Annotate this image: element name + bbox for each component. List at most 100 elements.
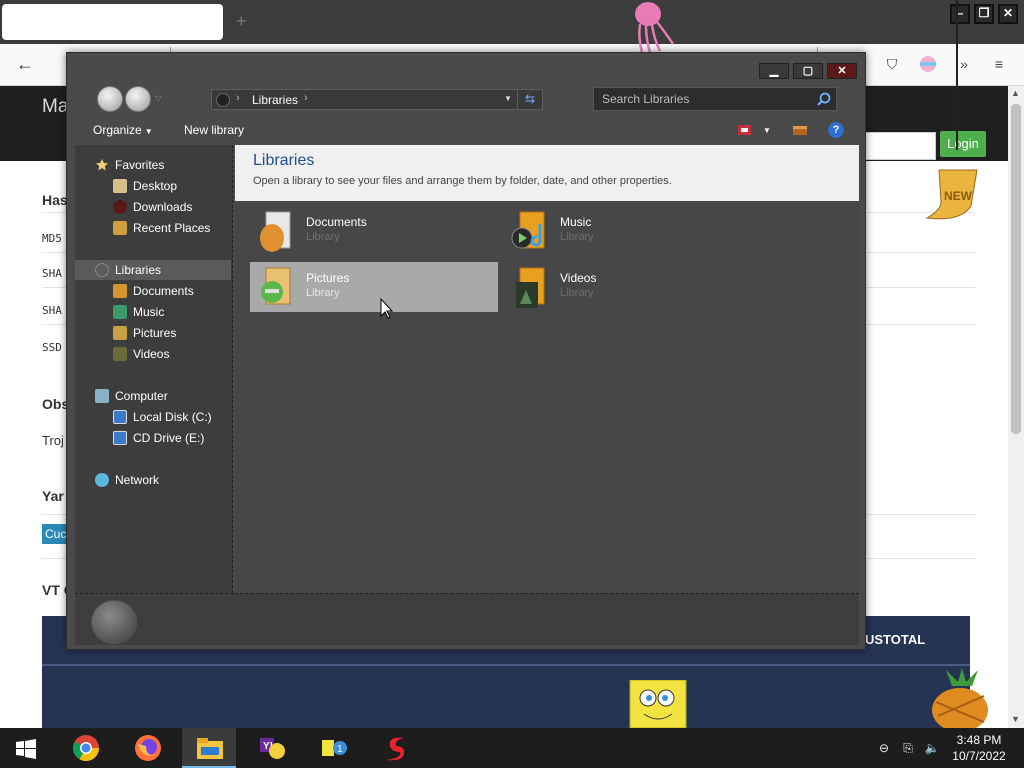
nav-computer-label: Computer (115, 389, 168, 403)
forward-button[interactable] (125, 86, 151, 112)
nav-local-disk-label: Local Disk (C:) (133, 410, 212, 424)
taskbar-s-app[interactable] (368, 728, 422, 768)
recent-places-icon (113, 221, 127, 235)
music-icon (113, 305, 127, 319)
library-tile-music[interactable]: Music Library (504, 206, 752, 256)
search-input[interactable] (594, 88, 814, 110)
scroll-up-icon[interactable]: ▲ (1011, 88, 1020, 98)
nav-desktop[interactable]: Desktop (75, 176, 231, 196)
taskbar-app[interactable]: 1 (306, 728, 360, 768)
pocket-icon[interactable]: ⛉ (883, 55, 901, 73)
hashes-heading: Has (42, 192, 68, 208)
nav-music[interactable]: Music (75, 302, 231, 322)
tile-name: Videos (560, 271, 597, 285)
virustotal-logo-text[interactable]: USTOTAL (865, 632, 925, 647)
volume-icon[interactable]: 🔈 (924, 740, 940, 756)
nav-pictures[interactable]: Pictures (75, 323, 231, 343)
login-button[interactable]: Login (940, 131, 986, 157)
organize-chevron-down-icon: ▼ (144, 127, 153, 136)
address-bar[interactable]: › Libraries › ▼ (211, 89, 543, 110)
library-tile-videos[interactable]: Videos Library (504, 262, 752, 312)
taskbar-file-explorer[interactable] (182, 728, 236, 768)
new-badge-icon: NEW (925, 169, 978, 220)
address-dropdown-icon[interactable]: ▼ (504, 94, 512, 103)
taskbar-chrome[interactable] (58, 728, 112, 768)
site-brand[interactable]: Ma (42, 96, 68, 118)
search-icon[interactable] (816, 91, 832, 107)
nav-videos[interactable]: Videos (75, 344, 231, 364)
system-clock[interactable]: 3:48 PM 10/7/2022 (944, 732, 1014, 764)
new-library-button[interactable]: New library (184, 123, 244, 137)
hash-sha-label: SHA (42, 304, 62, 317)
videos-library-icon (516, 267, 545, 308)
breadcrumb-libraries[interactable]: Libraries (252, 93, 298, 107)
tile-name: Pictures (306, 271, 350, 285)
library-tile-documents[interactable]: Documents Library (250, 206, 498, 256)
libraries-icon (95, 263, 109, 277)
view-options-chevron-down-icon[interactable]: ▼ (763, 126, 771, 135)
login-input[interactable] (864, 132, 936, 160)
search-box[interactable] (593, 87, 837, 111)
organize-button[interactable]: Organize ▼ (93, 123, 153, 137)
pictures-library-icon (261, 267, 291, 305)
nav-local-disk[interactable]: Local Disk (C:) (75, 407, 231, 427)
tile-name: Documents (306, 215, 367, 229)
app-icon: 1 (322, 740, 347, 756)
nav-cd-drive-label: CD Drive (E:) (133, 431, 205, 445)
navigation-pane: Favorites Desktop Downloads Recent Place… (75, 145, 233, 593)
close-button[interactable]: ✕ (998, 4, 1018, 24)
back-icon[interactable]: ← (16, 54, 34, 75)
profile-icon[interactable] (919, 55, 937, 73)
browser-tab[interactable] (2, 4, 223, 40)
yara-tag[interactable]: Cuc (42, 524, 68, 544)
nav-favorites[interactable]: Favorites (75, 155, 231, 175)
nav-computer[interactable]: Computer (75, 386, 231, 406)
nav-desktop-label: Desktop (133, 179, 178, 193)
window-close-button[interactable]: ✕ (827, 63, 857, 79)
browser-tab-bar: + – ❐ ✕ (0, 0, 1024, 44)
nav-network-label: Network (115, 473, 160, 487)
svg-text:1: 1 (337, 744, 343, 755)
library-tile-pictures[interactable]: Pictures Library (250, 262, 498, 312)
star-icon (96, 159, 108, 171)
nav-videos-label: Videos (133, 347, 170, 361)
nav-cd-drive[interactable]: CD Drive (E:) (75, 428, 231, 448)
breadcrumb-chevron-icon[interactable]: › (236, 92, 240, 104)
back-button[interactable] (97, 86, 123, 112)
network-tray-icon[interactable]: ⎘ (900, 740, 916, 756)
taskbar-firefox[interactable] (120, 728, 174, 768)
restore-button[interactable]: ❐ (974, 4, 994, 24)
refresh-button[interactable]: ⇆ (517, 89, 543, 110)
tray-status-icon[interactable]: ⊖ (876, 740, 892, 756)
nav-documents[interactable]: Documents (75, 281, 231, 301)
page-scrollbar[interactable]: ▲ ▼ (1008, 86, 1024, 728)
nav-downloads[interactable]: Downloads (75, 197, 231, 217)
window-titlebar[interactable]: ▁ ▢ ✕ (67, 53, 865, 83)
recent-pages-chevron-icon[interactable]: ▽ (155, 94, 161, 103)
nav-network[interactable]: Network (75, 470, 231, 490)
breadcrumb-chevron-icon[interactable]: › (304, 92, 308, 104)
jellyfish-icon (635, 2, 675, 54)
change-view-icon[interactable] (737, 123, 753, 137)
nav-favorites-label: Favorites (115, 158, 165, 172)
new-tab-button[interactable]: + (236, 10, 247, 32)
local-disk-icon (113, 410, 127, 424)
help-icon[interactable]: ? (828, 122, 844, 138)
window-body: ▽ › Libraries › ▼ ⇆ Organize▼ (75, 83, 859, 645)
nav-pictures-label: Pictures (133, 326, 177, 340)
fishing-line (956, 0, 958, 150)
scrollbar-thumb[interactable] (1011, 104, 1021, 434)
start-windows-icon[interactable] (16, 739, 36, 759)
nav-libraries[interactable]: Libraries (75, 260, 231, 280)
command-bar: Organize ▼ New library ▼ ? (75, 116, 857, 146)
window-maximize-button[interactable]: ▢ (793, 63, 823, 79)
nav-recent-places[interactable]: Recent Places (75, 218, 231, 238)
window-minimize-button[interactable]: ▁ (759, 63, 789, 79)
scroll-down-icon[interactable]: ▼ (1011, 714, 1020, 724)
minimize-button[interactable]: – (950, 4, 970, 24)
menu-icon[interactable]: ≡ (990, 55, 1008, 73)
banner-divider (42, 664, 970, 666)
content-pane: Libraries Open a library to see your fil… (235, 145, 859, 593)
taskbar-yahoo-messenger[interactable]: Y! (244, 728, 298, 768)
preview-pane-icon[interactable] (792, 123, 808, 137)
